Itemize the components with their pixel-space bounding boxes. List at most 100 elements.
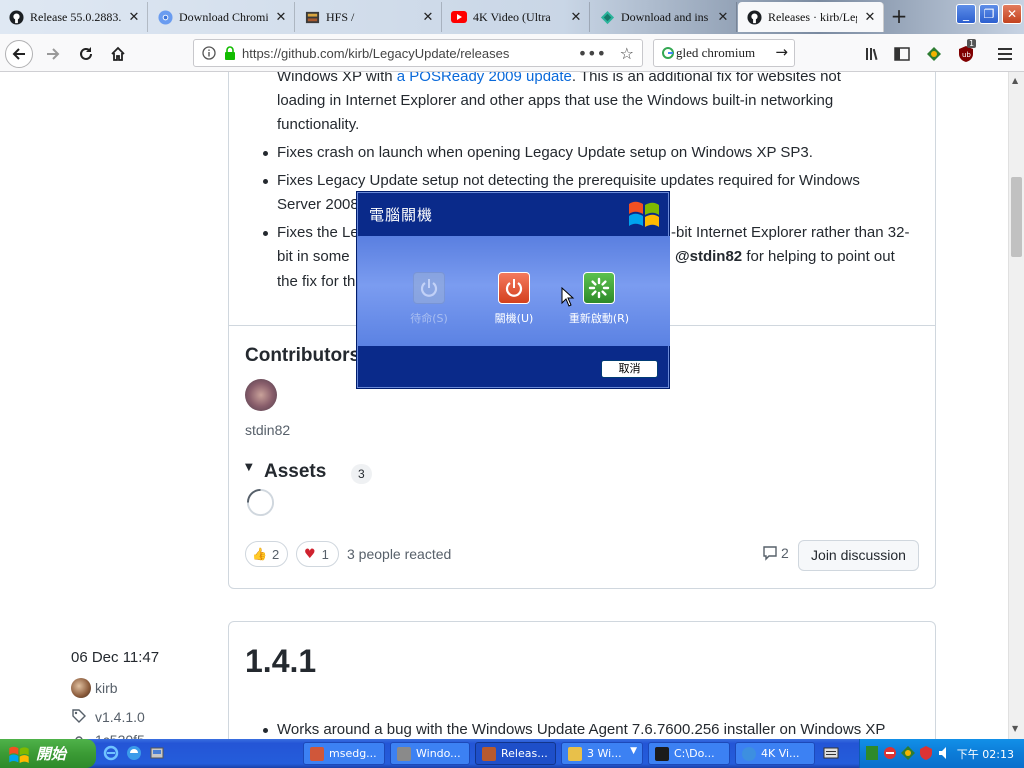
github-icon <box>746 9 762 25</box>
tray-shield-icon[interactable] <box>918 745 934 761</box>
task-windows[interactable]: Windo... <box>390 742 470 765</box>
forward-button[interactable] <box>39 40 67 68</box>
heart-icon: ♥ <box>304 546 316 562</box>
dialog-body: 待命(S) 關機(U) 重新啟動(R) <box>358 236 670 346</box>
task-7zip[interactable]: C:\Do... <box>648 742 730 765</box>
reload-button[interactable] <box>72 40 100 68</box>
cancel-button[interactable]: 取消 <box>601 360 658 378</box>
posready-link[interactable]: a POSReady 2009 update <box>397 72 572 85</box>
tab-hfs[interactable]: HFS / ✕ <box>296 2 442 32</box>
search-go-icon[interactable]: → <box>775 43 788 61</box>
start-button[interactable]: 開始 <box>0 739 96 768</box>
task-releases-active[interactable]: Releas... <box>475 742 556 765</box>
sidebar-icon[interactable] <box>892 44 912 64</box>
shutdown-option[interactable]: 關機(U) <box>474 272 554 326</box>
notes-bullet-ie-fix-tail: -bit Internet Explorer rather than 32- <box>671 224 910 241</box>
notes-bullet-ie-fix: Fixes the Le <box>263 221 359 245</box>
tag-icon <box>71 708 89 724</box>
release-commit[interactable]: 1c530f5 <box>95 732 145 739</box>
minimize-button[interactable]: _ <box>956 4 976 24</box>
url-text: https://github.com/kirb/LegacyUpdate/rel… <box>242 45 510 61</box>
notes-bullet-ie-line2: bit in some <box>277 248 350 265</box>
heart-reaction[interactable]: ♥ 1 <box>296 541 339 567</box>
join-discussion-button[interactable]: Join discussion <box>798 540 919 571</box>
extension-icon[interactable] <box>924 44 944 64</box>
page-actions-icon[interactable]: ••• <box>578 44 606 63</box>
close-icon[interactable]: ✕ <box>569 10 583 25</box>
close-icon[interactable]: ✕ <box>127 10 141 25</box>
menu-icon[interactable] <box>995 44 1015 64</box>
notes-bullet-ie-line2-tail: @stdin82 for helping to point out <box>675 248 895 265</box>
url-bar[interactable]: https://github.com/kirb/LegacyUpdate/rel… <box>193 39 643 67</box>
new-tab-button[interactable]: + <box>888 6 910 28</box>
comments-count[interactable]: 2 <box>762 545 789 561</box>
author-avatar[interactable] <box>71 678 91 698</box>
home-button[interactable] <box>104 40 132 68</box>
screen: Release 55.0.2883. ✕ Download Chromi ✕ H… <box>0 0 1024 768</box>
contributors-heading: Contributors <box>245 345 361 366</box>
tab-download-install[interactable]: Download and ins ✕ <box>591 2 737 32</box>
contributor-name[interactable]: stdin82 <box>245 422 290 438</box>
info-icon[interactable] <box>202 46 216 60</box>
notes-line-3: functionality. <box>277 116 360 133</box>
thumbs-up-reaction[interactable]: 👍 2 <box>245 541 288 567</box>
triangle-down-icon[interactable]: ▼ <box>245 462 253 473</box>
scroll-up-icon[interactable]: ▲ <box>1012 76 1018 85</box>
tray-network-icon[interactable] <box>900 745 916 761</box>
tab-releases-active[interactable]: Releases · kirb/Leg ✕ <box>738 2 884 32</box>
comment-icon <box>763 546 777 561</box>
standby-option[interactable]: 待命(S) <box>389 272 469 326</box>
bookmark-star-icon[interactable]: ☆ <box>620 44 634 63</box>
close-icon[interactable]: ✕ <box>274 10 288 25</box>
tab-title: Download and ins <box>621 9 709 24</box>
page-scrollbar[interactable]: ▲ ▼ <box>1008 72 1024 739</box>
release-tag[interactable]: v1.4.1.0 <box>95 709 145 725</box>
tab-youtube[interactable]: 4K Video (Ultra ✕ <box>443 2 590 32</box>
windows-logo-icon <box>627 198 661 228</box>
keyboard-icon[interactable] <box>823 746 839 762</box>
assets-heading[interactable]: Assets <box>264 461 326 483</box>
task-msedge[interactable]: msedg... <box>303 742 385 765</box>
ublock-icon[interactable]: ub 1 <box>956 39 977 64</box>
edge-icon[interactable] <box>126 745 142 761</box>
loading-spinner-icon <box>246 488 275 517</box>
app-icon[interactable] <box>149 745 165 761</box>
scrollbar-thumb[interactable] <box>1011 177 1022 257</box>
ie-icon[interactable] <box>103 745 119 761</box>
youtube-icon <box>451 9 467 25</box>
close-icon[interactable]: ✕ <box>863 10 877 25</box>
page-content: Windows XP with a POSReady 2009 update. … <box>0 72 1008 739</box>
clock[interactable]: 下午 02:13 <box>957 746 1014 762</box>
generic-page-icon <box>599 9 615 25</box>
avatar[interactable] <box>245 379 277 411</box>
task-folder-group[interactable]: 3 Wi... ▼ <box>561 742 643 765</box>
tab-download-chromium[interactable]: Download Chromi ✕ <box>149 2 295 32</box>
mention-link[interactable]: @stdin82 <box>675 248 742 265</box>
power-icon <box>498 272 530 304</box>
addon-badge: 1 <box>967 39 977 48</box>
close-window-button[interactable]: ✕ <box>1002 4 1022 24</box>
taskbar: 開始 msedg... Windo... Releas... 3 Wi... ▼ <box>0 739 1024 768</box>
notes-bullet-crash-fix: Fixes crash on launch when opening Legac… <box>263 141 813 165</box>
notes-bullet-wua-fix: Works around a bug with the Windows Upda… <box>262 718 885 739</box>
close-icon[interactable]: ✕ <box>421 10 435 25</box>
library-icon[interactable] <box>862 44 882 64</box>
scroll-down-icon[interactable]: ▼ <box>1012 724 1018 733</box>
task-4k-video[interactable]: 4K Vi... <box>735 742 815 765</box>
search-bar[interactable]: gled chromium → <box>653 39 795 67</box>
tray-volume-icon[interactable] <box>937 745 953 761</box>
tray-app-icon[interactable] <box>866 746 882 762</box>
notes-bullet-prereq-line2: Server 2008 <box>277 196 359 213</box>
release-version-heading[interactable]: 1.4.1 <box>245 643 316 680</box>
start-label: 開始 <box>36 745 67 763</box>
mouse-cursor-icon <box>561 286 575 307</box>
maximize-button[interactable]: ❐ <box>979 4 999 24</box>
back-button[interactable] <box>5 40 33 68</box>
task-icon <box>397 746 411 761</box>
release-author[interactable]: kirb <box>95 680 118 696</box>
arrow-right-icon <box>47 48 60 60</box>
standby-icon <box>413 272 445 304</box>
tray-tools-icon[interactable] <box>882 745 898 761</box>
close-icon[interactable]: ✕ <box>716 10 730 25</box>
tab-release[interactable]: Release 55.0.2883. ✕ <box>0 2 148 32</box>
